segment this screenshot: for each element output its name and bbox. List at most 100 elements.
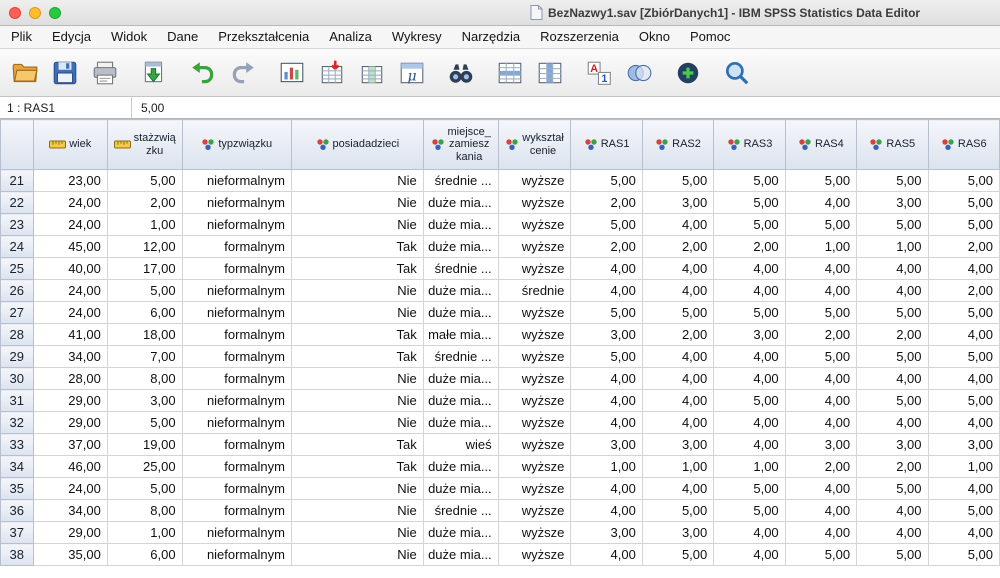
menu-przekszta-cenia[interactable]: Przekształcenia <box>208 26 319 48</box>
cell-29-wiek[interactable]: 34,00 <box>33 346 107 368</box>
cell-30-RAS4[interactable]: 4,00 <box>785 368 856 390</box>
cell-28-wyksztalcenie[interactable]: wyższe <box>498 324 571 346</box>
cell-28-stazzwiazku[interactable]: 18,00 <box>107 324 182 346</box>
cell-22-typzwiazku[interactable]: nieformalnym <box>182 192 291 214</box>
cell-28-RAS1[interactable]: 3,00 <box>571 324 642 346</box>
cell-22-RAS2[interactable]: 3,00 <box>642 192 713 214</box>
cell-38-typzwiazku[interactable]: nieformalnym <box>182 544 291 566</box>
cell-29-RAS3[interactable]: 4,00 <box>714 346 785 368</box>
cell-21-RAS4[interactable]: 5,00 <box>785 170 856 192</box>
cell-29-RAS5[interactable]: 5,00 <box>857 346 928 368</box>
cell-35-wiek[interactable]: 24,00 <box>33 478 107 500</box>
menu-dane[interactable]: Dane <box>157 26 208 48</box>
cell-31-wiek[interactable]: 29,00 <box>33 390 107 412</box>
cell-38-RAS5[interactable]: 5,00 <box>857 544 928 566</box>
cell-35-RAS3[interactable]: 5,00 <box>714 478 785 500</box>
cell-36-RAS6[interactable]: 5,00 <box>928 500 999 522</box>
cell-38-miejsce_zamieszkania[interactable]: duże mia... <box>423 544 498 566</box>
cell-25-wiek[interactable]: 40,00 <box>33 258 107 280</box>
row-number-30[interactable]: 30 <box>1 368 34 390</box>
cell-21-stazzwiazku[interactable]: 5,00 <box>107 170 182 192</box>
cell-31-RAS1[interactable]: 4,00 <box>571 390 642 412</box>
cell-32-RAS1[interactable]: 4,00 <box>571 412 642 434</box>
cell-33-miejsce_zamieszkania[interactable]: wieś <box>423 434 498 456</box>
find-button[interactable] <box>442 54 480 92</box>
cell-30-RAS3[interactable]: 4,00 <box>714 368 785 390</box>
column-header-wiek[interactable]: wiek <box>33 120 107 170</box>
cell-23-wyksztalcenie[interactable]: wyższe <box>498 214 571 236</box>
cell-29-stazzwiazku[interactable]: 7,00 <box>107 346 182 368</box>
cell-36-stazzwiazku[interactable]: 8,00 <box>107 500 182 522</box>
row-number-34[interactable]: 34 <box>1 456 34 478</box>
cell-26-wyksztalcenie[interactable]: średnie <box>498 280 571 302</box>
cell-24-miejsce_zamieszkania[interactable]: duże mia... <box>423 236 498 258</box>
cell-36-RAS4[interactable]: 4,00 <box>785 500 856 522</box>
row-number-32[interactable]: 32 <box>1 412 34 434</box>
close-button[interactable] <box>9 7 21 19</box>
cell-25-RAS5[interactable]: 4,00 <box>857 258 928 280</box>
cell-30-RAS5[interactable]: 4,00 <box>857 368 928 390</box>
row-number-38[interactable]: 38 <box>1 544 34 566</box>
cell-38-stazzwiazku[interactable]: 6,00 <box>107 544 182 566</box>
cell-33-wiek[interactable]: 37,00 <box>33 434 107 456</box>
cell-35-wyksztalcenie[interactable]: wyższe <box>498 478 571 500</box>
cell-21-wyksztalcenie[interactable]: wyższe <box>498 170 571 192</box>
cell-23-RAS1[interactable]: 5,00 <box>571 214 642 236</box>
cell-22-RAS1[interactable]: 2,00 <box>571 192 642 214</box>
cell-31-RAS4[interactable]: 4,00 <box>785 390 856 412</box>
cell-27-RAS1[interactable]: 5,00 <box>571 302 642 324</box>
cell-31-RAS2[interactable]: 4,00 <box>642 390 713 412</box>
cell-37-RAS4[interactable]: 4,00 <box>785 522 856 544</box>
cell-32-stazzwiazku[interactable]: 5,00 <box>107 412 182 434</box>
cell-33-RAS4[interactable]: 3,00 <box>785 434 856 456</box>
cell-30-RAS2[interactable]: 4,00 <box>642 368 713 390</box>
cell-38-posiadadzieci[interactable]: Nie <box>291 544 423 566</box>
cell-28-miejsce_zamieszkania[interactable]: małe mia... <box>423 324 498 346</box>
cell-25-RAS2[interactable]: 4,00 <box>642 258 713 280</box>
cell-31-wyksztalcenie[interactable]: wyższe <box>498 390 571 412</box>
cell-38-wiek[interactable]: 35,00 <box>33 544 107 566</box>
cell-36-posiadadzieci[interactable]: Nie <box>291 500 423 522</box>
cell-24-posiadadzieci[interactable]: Tak <box>291 236 423 258</box>
cell-38-RAS3[interactable]: 4,00 <box>714 544 785 566</box>
cell-24-typzwiazku[interactable]: formalnym <box>182 236 291 258</box>
cell-27-RAS4[interactable]: 5,00 <box>785 302 856 324</box>
cell-24-RAS1[interactable]: 2,00 <box>571 236 642 258</box>
cell-26-RAS3[interactable]: 4,00 <box>714 280 785 302</box>
row-number-22[interactable]: 22 <box>1 192 34 214</box>
cell-33-typzwiazku[interactable]: formalnym <box>182 434 291 456</box>
cell-23-stazzwiazku[interactable]: 1,00 <box>107 214 182 236</box>
minimize-button[interactable] <box>29 7 41 19</box>
undo-button[interactable] <box>184 54 222 92</box>
cell-21-RAS2[interactable]: 5,00 <box>642 170 713 192</box>
row-number-31[interactable]: 31 <box>1 390 34 412</box>
menu-narz-dzia[interactable]: Narzędzia <box>452 26 531 48</box>
cell-37-RAS2[interactable]: 3,00 <box>642 522 713 544</box>
variables-info-button[interactable]: μ <box>393 54 431 92</box>
cell-37-miejsce_zamieszkania[interactable]: duże mia... <box>423 522 498 544</box>
cell-22-RAS6[interactable]: 5,00 <box>928 192 999 214</box>
cell-32-RAS3[interactable]: 4,00 <box>714 412 785 434</box>
cell-27-RAS2[interactable]: 5,00 <box>642 302 713 324</box>
cell-26-stazzwiazku[interactable]: 5,00 <box>107 280 182 302</box>
cell-32-RAS6[interactable]: 4,00 <box>928 412 999 434</box>
cell-22-stazzwiazku[interactable]: 2,00 <box>107 192 182 214</box>
cell-31-stazzwiazku[interactable]: 3,00 <box>107 390 182 412</box>
cell-24-RAS3[interactable]: 2,00 <box>714 236 785 258</box>
cell-30-wiek[interactable]: 28,00 <box>33 368 107 390</box>
cell-30-typzwiazku[interactable]: formalnym <box>182 368 291 390</box>
cell-30-posiadadzieci[interactable]: Nie <box>291 368 423 390</box>
cell-24-RAS4[interactable]: 1,00 <box>785 236 856 258</box>
cell-22-posiadadzieci[interactable]: Nie <box>291 192 423 214</box>
cell-32-miejsce_zamieszkania[interactable]: duże mia... <box>423 412 498 434</box>
column-header-typzwiazku[interactable]: typzwiązku <box>182 120 291 170</box>
cell-37-RAS6[interactable]: 4,00 <box>928 522 999 544</box>
cell-25-miejsce_zamieszkania[interactable]: średnie ... <box>423 258 498 280</box>
cell-33-posiadadzieci[interactable]: Tak <box>291 434 423 456</box>
cell-37-wyksztalcenie[interactable]: wyższe <box>498 522 571 544</box>
cell-34-RAS3[interactable]: 1,00 <box>714 456 785 478</box>
row-number-35[interactable]: 35 <box>1 478 34 500</box>
cell-29-RAS6[interactable]: 5,00 <box>928 346 999 368</box>
cell-34-RAS1[interactable]: 1,00 <box>571 456 642 478</box>
cell-26-wiek[interactable]: 24,00 <box>33 280 107 302</box>
